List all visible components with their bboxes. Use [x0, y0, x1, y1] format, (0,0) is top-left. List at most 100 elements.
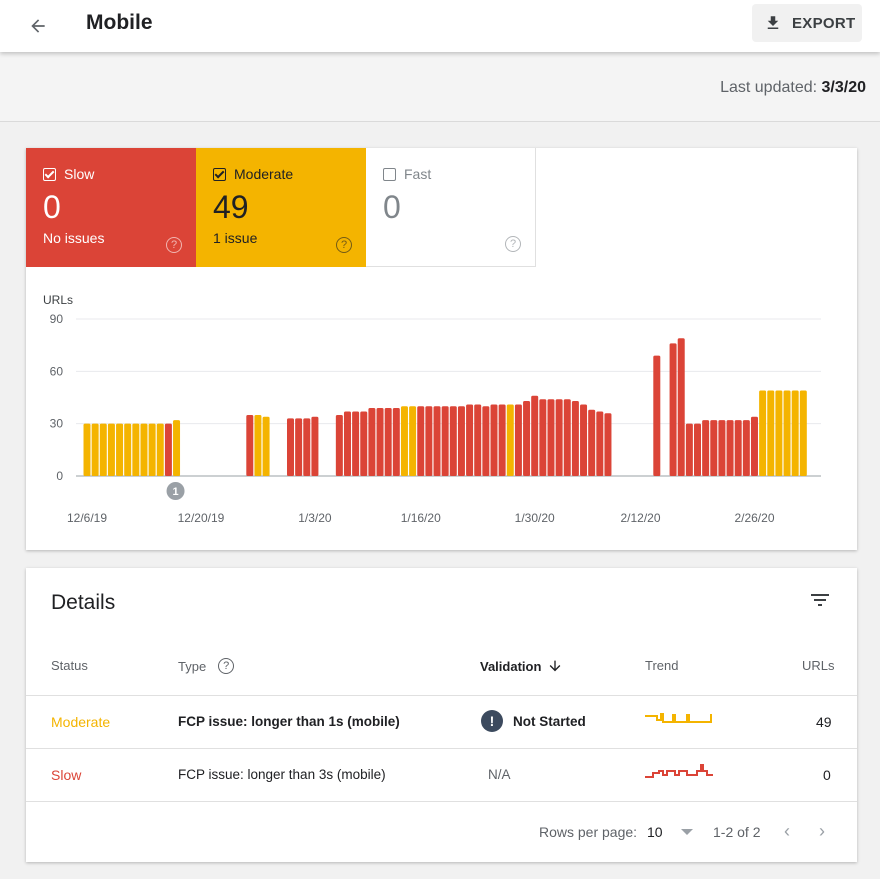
bar-slow[interactable] — [750, 416, 758, 476]
prev-page-button[interactable]: ‹ — [784, 821, 790, 842]
y-axis-label: URLs — [43, 293, 73, 307]
x-tick-label: 12/20/19 — [178, 511, 225, 525]
column-type[interactable]: Type ? — [178, 658, 235, 674]
bar-slow[interactable] — [449, 406, 457, 476]
bar-moderate[interactable] — [116, 423, 124, 476]
bar-moderate[interactable] — [254, 414, 262, 476]
bar-slow[interactable] — [547, 399, 555, 476]
column-status[interactable]: Status — [51, 658, 88, 673]
bar-slow[interactable] — [523, 400, 531, 476]
bar-slow[interactable] — [482, 406, 490, 476]
bar-slow[interactable] — [376, 407, 384, 476]
bar-slow[interactable] — [352, 411, 360, 476]
bar-moderate[interactable] — [783, 390, 791, 476]
bar-moderate[interactable] — [759, 390, 767, 476]
chevron-left-icon: ‹ — [784, 821, 790, 841]
bar-slow[interactable] — [457, 406, 465, 476]
bar-slow[interactable] — [734, 420, 742, 476]
export-button[interactable]: EXPORT — [752, 4, 862, 42]
bar-slow[interactable] — [425, 406, 433, 476]
filter-button[interactable] — [808, 588, 836, 612]
bar-slow[interactable] — [392, 407, 400, 476]
bar-slow[interactable] — [246, 414, 254, 476]
bar-slow[interactable] — [164, 423, 172, 476]
bar-slow[interactable] — [303, 418, 311, 476]
divider — [26, 801, 857, 802]
bar-moderate[interactable] — [124, 423, 132, 476]
bar-slow[interactable] — [311, 416, 319, 476]
bar-slow[interactable] — [563, 399, 571, 476]
bar-slow[interactable] — [335, 414, 343, 476]
bar-slow[interactable] — [653, 355, 661, 476]
bar-moderate[interactable] — [83, 423, 91, 476]
bar-moderate[interactable] — [91, 423, 99, 476]
bar-slow[interactable] — [588, 409, 596, 476]
bar-slow[interactable] — [539, 399, 547, 476]
bar-moderate[interactable] — [506, 404, 514, 476]
bar-slow[interactable] — [498, 404, 506, 476]
column-urls[interactable]: URLs — [802, 658, 835, 673]
bar-slow[interactable] — [702, 420, 710, 476]
bar-moderate[interactable] — [156, 423, 164, 476]
bar-moderate[interactable] — [107, 423, 115, 476]
dropdown-arrow-icon — [680, 829, 693, 835]
next-page-button[interactable]: › — [819, 821, 825, 842]
bar-slow[interactable] — [580, 404, 588, 476]
bar-slow[interactable] — [368, 407, 376, 476]
page-title: Mobile — [86, 11, 153, 34]
bar-slow[interactable] — [555, 399, 563, 476]
bar-moderate[interactable] — [400, 406, 408, 476]
bar-moderate[interactable] — [767, 390, 775, 476]
bar-slow[interactable] — [596, 411, 604, 476]
bar-slow[interactable] — [295, 418, 303, 476]
bar-moderate[interactable] — [409, 406, 417, 476]
y-tick-label: 0 — [56, 469, 63, 483]
bar-moderate[interactable] — [262, 416, 270, 476]
bar-slow[interactable] — [694, 423, 701, 476]
bar-slow[interactable] — [571, 400, 579, 476]
bar-slow[interactable] — [685, 423, 693, 476]
bar-slow[interactable] — [433, 406, 441, 476]
bar-moderate[interactable] — [799, 390, 807, 476]
bar-slow[interactable] — [514, 404, 522, 476]
bar-slow[interactable] — [604, 413, 612, 476]
bar-slow[interactable] — [531, 395, 539, 476]
bar-slow[interactable] — [726, 420, 734, 476]
bar-moderate[interactable] — [132, 423, 140, 476]
bar-slow[interactable] — [677, 338, 685, 476]
table-row[interactable]: Slow FCP issue: longer than 3s (mobile) … — [26, 748, 857, 801]
help-icon[interactable]: ? — [218, 658, 235, 674]
bar-moderate[interactable] — [140, 423, 148, 476]
bar-slow[interactable] — [287, 418, 294, 476]
bar-slow[interactable] — [343, 411, 351, 476]
annotation-label: 1 — [172, 486, 178, 498]
x-tick-label: 2/26/20 — [734, 511, 774, 525]
pagination-range: 1-2 of 2 — [713, 824, 761, 840]
exclamation-icon: ! — [481, 710, 503, 732]
bar-slow[interactable] — [742, 420, 750, 476]
annotation-marker[interactable]: 1 — [166, 482, 185, 500]
bar-slow[interactable] — [466, 404, 474, 476]
column-validation[interactable]: Validation — [480, 658, 563, 674]
bar-moderate[interactable] — [148, 423, 156, 476]
column-trend: Trend — [645, 658, 679, 673]
bar-slow[interactable] — [710, 420, 718, 476]
bar-slow[interactable] — [474, 404, 482, 476]
table-row[interactable]: Moderate FCP issue: longer than 1s (mobi… — [26, 695, 857, 748]
bar-slow[interactable] — [669, 343, 677, 476]
bar-slow[interactable] — [384, 407, 392, 476]
bar-slow[interactable] — [417, 406, 425, 476]
bar-moderate[interactable] — [173, 420, 181, 476]
bar-moderate[interactable] — [775, 390, 783, 476]
bar-slow[interactable] — [490, 404, 498, 476]
rows-per-page-select[interactable]: 10 — [647, 824, 693, 840]
bar-moderate[interactable] — [99, 423, 107, 476]
y-tick-label: 90 — [50, 312, 64, 326]
y-tick-label: 30 — [50, 417, 64, 431]
back-button[interactable] — [22, 10, 54, 42]
row-type: FCP issue: longer than 3s (mobile) — [178, 767, 386, 782]
bar-slow[interactable] — [718, 420, 726, 476]
bar-moderate[interactable] — [791, 390, 799, 476]
bar-slow[interactable] — [360, 411, 368, 476]
bar-slow[interactable] — [441, 406, 449, 476]
